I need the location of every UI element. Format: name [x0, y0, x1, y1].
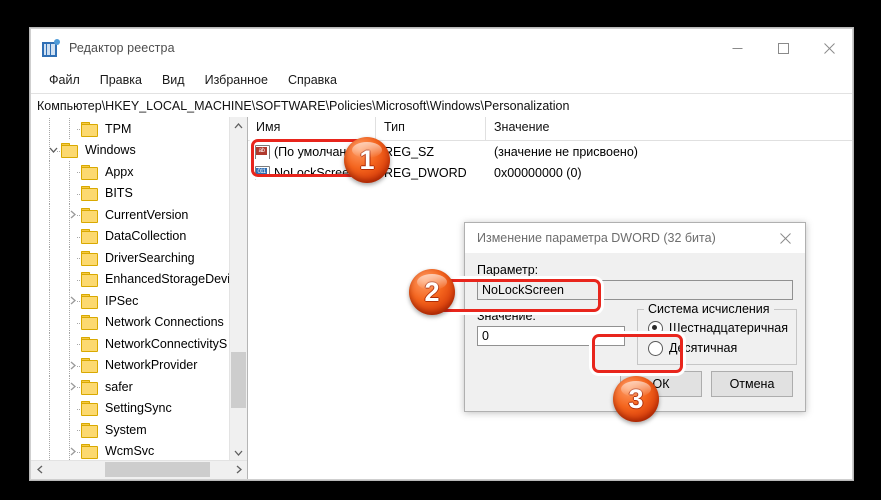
folder-icon [81, 293, 98, 309]
tree-item[interactable]: BITS [31, 182, 230, 204]
registry-editor-icon [42, 38, 60, 57]
registry-tree-pane: TPM Windows Appx BITS CurrentVersion DataColl… [31, 117, 248, 479]
tree-item-label: DriverSearching [105, 250, 195, 265]
folder-icon [81, 229, 98, 245]
highlight-ok-button [592, 334, 683, 373]
tree-item[interactable]: TPM [31, 118, 230, 140]
dialog-title: Изменение параметра DWORD (32 бита) [477, 231, 716, 245]
tree-item-label: CurrentVersion [105, 207, 189, 222]
tree-item[interactable]: NetworkProvider [31, 354, 230, 376]
tree-item[interactable]: NetworkConnectivityS [31, 333, 230, 355]
menu-bar: Файл Правка Вид Избранное Справка [31, 67, 852, 94]
step-badge-3: 3 [613, 376, 659, 422]
tree-item-label: safer [105, 379, 133, 394]
base-legend: Система исчисления [644, 302, 774, 316]
registry-editor-window: Редактор реестра Файл Правка Вид Избранн… [30, 28, 853, 480]
cell-type: REG_SZ [384, 144, 435, 159]
folder-icon [81, 336, 98, 352]
close-icon[interactable] [806, 29, 852, 67]
tree-item[interactable]: DataCollection [31, 225, 230, 247]
title-bar: Редактор реестра [31, 29, 852, 67]
step-badge-1: 1 [344, 137, 390, 183]
tree-scroll-thumb[interactable] [231, 352, 246, 408]
folder-icon [81, 186, 98, 202]
tree-item[interactable]: WcmSvc [31, 440, 230, 461]
tree-item[interactable]: CurrentVersion [31, 204, 230, 226]
folder-icon [81, 379, 98, 395]
folder-icon [81, 272, 98, 288]
folder-icon [81, 207, 98, 223]
address-path: Компьютер\HKEY_LOCAL_MACHINE\SOFTWARE\Po… [37, 98, 570, 113]
highlight-value-input [437, 279, 601, 312]
tree-item-label: System [105, 422, 147, 437]
list-header: Имя Тип Значение [248, 117, 852, 141]
scroll-down-icon[interactable] [230, 444, 247, 461]
tree-item[interactable]: Network Connections [31, 311, 230, 333]
tree-item-label: EnhancedStorageDevi [105, 272, 230, 287]
screenshot-root: Редактор реестра Файл Правка Вид Избранн… [0, 0, 881, 500]
address-bar[interactable]: Компьютер\HKEY_LOCAL_MACHINE\SOFTWARE\Po… [31, 94, 852, 118]
maximize-icon[interactable] [760, 29, 806, 67]
cell-type: REG_DWORD [384, 165, 467, 180]
menu-help[interactable]: Справка [278, 70, 347, 90]
tree-horizontal-scrollbar[interactable] [31, 460, 247, 479]
cancel-button[interactable]: Отмена [711, 371, 793, 397]
tree-item[interactable]: System [31, 419, 230, 441]
tree-item-label: Network Connections [105, 315, 224, 330]
step-badge-2: 2 [409, 269, 455, 315]
radio-hexadecimal-label: Шестнадцатеричная [669, 321, 788, 335]
tree-vertical-scrollbar[interactable] [229, 117, 247, 461]
folder-icon [81, 444, 98, 460]
cell-value: (значение не присвоено) [494, 144, 638, 159]
tree-item-label: BITS [105, 186, 133, 201]
tree-item[interactable]: EnhancedStorageDevi [31, 268, 230, 290]
dialog-close-icon[interactable] [765, 223, 805, 253]
window-controls [714, 29, 852, 67]
folder-icon [81, 315, 98, 331]
folder-icon [81, 358, 98, 374]
tree-item-label: Appx [105, 164, 134, 179]
window-title: Редактор реестра [69, 41, 175, 55]
tree-item-label: Windows [85, 143, 136, 158]
folder-icon [61, 143, 78, 159]
param-name-label: Параметр: [477, 263, 539, 277]
folder-icon [81, 401, 98, 417]
tree-item-label: DataCollection [105, 229, 187, 244]
tree-item[interactable]: IPSec [31, 290, 230, 312]
registry-tree[interactable]: TPM Windows Appx BITS CurrentVersion DataColl… [31, 117, 230, 461]
column-header-type[interactable]: Тип [376, 117, 486, 140]
scroll-right-icon[interactable] [230, 461, 247, 478]
tree-item[interactable]: Appx [31, 161, 230, 183]
column-header-value[interactable]: Значение [486, 117, 806, 140]
tree-item-label: WcmSvc [105, 444, 155, 459]
tree-item-label: IPSec [105, 293, 139, 308]
folder-icon [81, 164, 98, 180]
tree-item[interactable]: safer [31, 376, 230, 398]
tree-hscroll-thumb[interactable] [105, 462, 210, 477]
column-header-name[interactable]: Имя [248, 117, 376, 140]
tree-item-label: SettingSync [105, 401, 172, 416]
minimize-icon[interactable] [714, 29, 760, 67]
tree-item[interactable]: DriverSearching [31, 247, 230, 269]
tree-item[interactable]: SettingSync [31, 397, 230, 419]
menu-view[interactable]: Вид [152, 70, 195, 90]
menu-favorites[interactable]: Избранное [195, 70, 278, 90]
cell-value: 0x00000000 (0) [494, 165, 582, 180]
folder-icon [81, 422, 98, 438]
tree-item-label: NetworkConnectivityS [105, 336, 228, 351]
folder-icon [81, 250, 98, 266]
menu-file[interactable]: Файл [39, 70, 90, 90]
scroll-up-icon[interactable] [230, 117, 247, 134]
tree-item-label: TPM [105, 121, 132, 136]
dialog-title-bar: Изменение параметра DWORD (32 бита) [465, 223, 805, 253]
menu-edit[interactable]: Правка [90, 70, 152, 90]
scroll-left-icon[interactable] [31, 461, 48, 478]
folder-icon [81, 121, 98, 137]
tree-item-label: NetworkProvider [105, 358, 198, 373]
tree-item[interactable]: Windows [31, 139, 230, 161]
